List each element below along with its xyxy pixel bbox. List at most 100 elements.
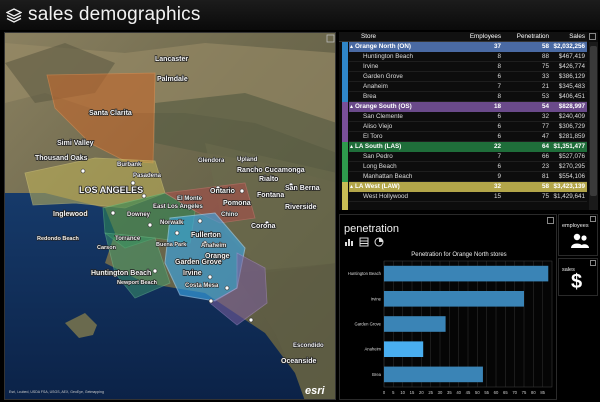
collapse-icon[interactable]: ▴ (350, 42, 353, 52)
cell-store: LA West (LAW) (355, 183, 400, 190)
bar[interactable] (384, 366, 483, 383)
map-label: Carson (97, 245, 117, 251)
cell-sales: $527,076 (558, 153, 585, 160)
col-header-store[interactable]: Store (361, 32, 376, 42)
table-row[interactable]: West Hollywood 15 75 $1,429,641 (349, 192, 587, 202)
chart-maximize-icon[interactable] (547, 217, 554, 224)
table-row[interactable]: Brea 8 53 $406,451 (349, 92, 587, 102)
table-row[interactable] (349, 202, 587, 210)
pie-chart-icon[interactable] (374, 237, 384, 247)
row-color-strip (342, 42, 348, 52)
map-label: Pomona (223, 200, 251, 207)
x-tick-label: 45 (466, 390, 471, 395)
bar[interactable] (384, 316, 446, 332)
x-tick-label: 40 (456, 390, 461, 395)
cell-store: LA South (LAS) (355, 143, 402, 150)
cell-penetration: 21 (541, 83, 549, 90)
map-label: Riverside (285, 204, 317, 211)
x-tick-label: 30 (438, 390, 443, 395)
cell-store: Orange North (ON) (355, 43, 411, 50)
panel-title: penetration (344, 223, 400, 235)
col-header-employees[interactable]: Employees (459, 32, 501, 42)
cell-sales: $345,483 (558, 83, 585, 90)
table-row[interactable]: Huntington Beach 8 88 $467,419 (349, 52, 587, 62)
x-tick-label: 35 (447, 390, 452, 395)
penetration-panel: penetration Penetration for Orange North… (339, 214, 557, 400)
cell-employees: 6 (497, 113, 501, 120)
row-color-strip (342, 172, 348, 182)
table-scrollbar[interactable] (589, 42, 598, 210)
cell-employees: 7 (497, 153, 501, 160)
table-group-row[interactable]: LA South (LAS) 22 64 $1,351,477 ▴ (349, 142, 587, 152)
category-label: Irvine (371, 296, 382, 301)
map-attribution-small: Esri, i-cubed, USDA FSA, USGS, AEX, GeoE… (9, 390, 104, 394)
map-label: Irvine (183, 270, 202, 277)
map-canvas[interactable]: Lancaster Palmdale Santa Clarita Simi Va… (5, 33, 336, 400)
table-icon[interactable] (359, 237, 369, 247)
cell-employees: 6 (497, 133, 501, 140)
cell-employees: 7 (497, 83, 501, 90)
collapse-icon[interactable]: ▴ (350, 182, 353, 192)
map-label: Anaheim (201, 243, 226, 249)
cell-employees: 8 (497, 53, 501, 60)
row-color-strip (342, 112, 348, 122)
row-color-strip (342, 142, 348, 152)
cell-store: El Toro (363, 133, 383, 140)
table-row[interactable]: Anaheim 7 21 $345,483 (349, 82, 587, 92)
map-label: Fullerton (191, 232, 221, 239)
table-group-row[interactable]: LA West (LAW) 32 58 $3,423,139 ▴ (349, 182, 587, 192)
col-header-penetration[interactable]: Penetration (504, 32, 549, 42)
map-label: LOS ANGELES (79, 185, 143, 195)
x-tick-label: 75 (522, 390, 527, 395)
cell-store: Long Beach (363, 163, 397, 170)
table-row[interactable]: Long Beach 6 23 $270,295 (349, 162, 587, 172)
table-group-row[interactable]: Orange North (ON) 37 58 $2,032,256 ▴ (349, 42, 587, 52)
table-row[interactable]: El Toro 6 47 $281,859 (349, 132, 587, 142)
cell-sales: $281,859 (558, 133, 585, 140)
x-tick-label: 80 (531, 390, 536, 395)
map-view[interactable]: Lancaster Palmdale Santa Clarita Simi Va… (4, 32, 336, 400)
cell-penetration: 75 (541, 193, 549, 200)
x-tick-label: 15 (410, 390, 415, 395)
map-label: Huntington Beach (91, 270, 151, 277)
collapse-icon[interactable]: ▴ (350, 142, 353, 152)
scrollbar-thumb[interactable] (590, 46, 597, 196)
cell-penetration: 58 (541, 43, 549, 50)
col-header-sales[interactable]: Sales (551, 32, 585, 42)
sales-widget-maximize-icon[interactable] (590, 260, 596, 266)
table-row[interactable]: Garden Grove 6 33 $386,129 (349, 72, 587, 82)
category-label: Anaheim (364, 347, 381, 352)
cell-penetration: 32 (541, 113, 549, 120)
row-color-strip (342, 202, 348, 210)
map-label: Pasadena (133, 173, 162, 179)
table-row[interactable]: Aliso Viejo 6 77 $306,729 (349, 122, 587, 132)
cell-store: Huntington Beach (363, 53, 414, 60)
table-row[interactable]: Manhattan Beach 9 81 $554,106 (349, 172, 587, 182)
dollar-icon: $ (571, 271, 583, 293)
cell-employees: 6 (497, 73, 501, 80)
cell-store: West Hollywood (363, 193, 409, 200)
row-color-strip (342, 192, 348, 202)
store-table[interactable]: Store Employees Penetration Sales Orange… (339, 32, 598, 210)
cell-sales: $386,129 (558, 73, 585, 80)
cell-penetration: 58 (541, 183, 549, 190)
sales-widget[interactable]: sales $ (558, 258, 598, 296)
map-label: Torrance (115, 236, 141, 242)
cell-employees: 6 (497, 163, 501, 170)
table-row[interactable]: Irvine 8 75 $426,774 (349, 62, 587, 72)
map-label: Chino (221, 212, 238, 218)
collapse-icon[interactable]: ▴ (350, 102, 353, 112)
cell-penetration: 88 (541, 53, 549, 60)
table-row[interactable]: San Pedro 7 66 $527,076 (349, 152, 587, 162)
bar-chart-icon[interactable] (344, 237, 354, 247)
table-maximize-icon[interactable] (589, 33, 596, 40)
bar[interactable] (384, 290, 524, 307)
employees-widget-maximize-icon[interactable] (590, 216, 596, 222)
employees-widget[interactable]: employees (558, 214, 598, 256)
x-tick-label: 60 (494, 390, 499, 395)
bar[interactable] (384, 265, 549, 282)
table-group-row[interactable]: Orange South (OS) 18 54 $828,997 ▴ (349, 102, 587, 112)
cell-penetration: 33 (541, 73, 549, 80)
table-row[interactable]: San Clemente 6 32 $240,409 (349, 112, 587, 122)
bar[interactable] (384, 341, 424, 358)
